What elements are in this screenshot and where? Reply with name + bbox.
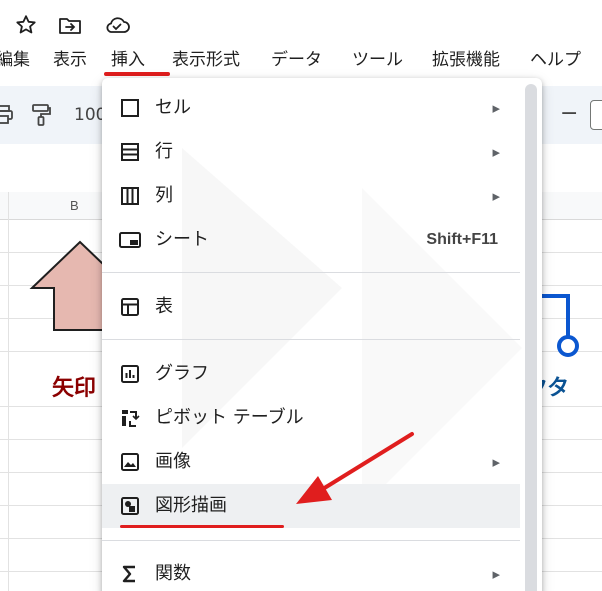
- menu-tools[interactable]: ツール: [352, 44, 403, 76]
- insert-menu-underline-annotation: [104, 72, 170, 76]
- move-to-folder-icon[interactable]: [56, 10, 84, 40]
- column-icon: [118, 184, 142, 208]
- menu-item-sheet[interactable]: シート Shift+F11: [102, 218, 520, 262]
- menu-item-label: セル: [155, 97, 191, 118]
- table-icon: [118, 295, 142, 319]
- menu-item-chart[interactable]: グラフ: [102, 352, 520, 396]
- menu-item-label: 画像: [155, 451, 191, 472]
- menu-extensions[interactable]: 拡張機能: [432, 44, 500, 76]
- font-size-input[interactable]: [590, 100, 602, 130]
- image-icon: [118, 450, 142, 474]
- menu-item-drawing[interactable]: 図形描画: [102, 484, 520, 528]
- submenu-arrow-icon: ▸: [492, 453, 500, 471]
- submenu-arrow-icon: ▸: [492, 143, 500, 161]
- paint-format-icon[interactable]: [30, 86, 52, 144]
- menu-item-function[interactable]: 関数 ▸: [102, 552, 520, 591]
- menu-item-label: シート: [155, 229, 209, 250]
- menu-format[interactable]: 表示形式: [172, 44, 240, 76]
- pivot-table-icon: [118, 406, 142, 430]
- print-icon[interactable]: [0, 86, 14, 144]
- submenu-arrow-icon: ▸: [492, 187, 500, 205]
- menu-item-label: 図形描画: [155, 495, 227, 516]
- top-icon-row: [0, 10, 602, 42]
- menu-item-row[interactable]: 行 ▸: [102, 130, 520, 174]
- submenu-arrow-icon: ▸: [492, 565, 500, 583]
- menu-item-label: グラフ: [155, 363, 209, 384]
- sheet-icon: [118, 228, 142, 252]
- insert-menu-dropdown: セル ▸ 行 ▸ 列 ▸ シート Shift+F11 表 グラフ ピボット テー…: [102, 78, 542, 591]
- keyboard-shortcut: Shift+F11: [426, 231, 498, 248]
- menu-scrollbar[interactable]: [525, 84, 537, 591]
- menu-edit[interactable]: 編集: [0, 44, 30, 76]
- chart-icon: [118, 362, 142, 386]
- menu-item-pivot-table[interactable]: ピボット テーブル: [102, 396, 520, 440]
- cloud-saved-icon[interactable]: [103, 10, 131, 40]
- drawing-icon: [118, 494, 142, 518]
- menu-item-label: ピボット テーブル: [155, 407, 304, 428]
- menu-item-label: 行: [155, 141, 173, 162]
- menu-item-column[interactable]: 列 ▸: [102, 174, 520, 218]
- menu-divider: [102, 339, 520, 340]
- menu-bar: 編集 表示 挿入 表示形式 データ ツール 拡張機能 ヘルプ: [0, 44, 602, 76]
- row-icon: [118, 140, 142, 164]
- function-icon: [118, 562, 142, 586]
- menu-item-cell[interactable]: セル ▸: [102, 86, 520, 130]
- font-size-decrease-button[interactable]: −: [560, 86, 578, 144]
- submenu-arrow-icon: ▸: [492, 99, 500, 117]
- menu-divider: [102, 540, 520, 541]
- star-icon[interactable]: [12, 10, 40, 40]
- menu-divider: [102, 272, 520, 273]
- menu-item-label: 関数: [155, 563, 191, 584]
- arrow-shape-label: 矢印: [52, 376, 97, 401]
- menu-item-table[interactable]: 表: [102, 285, 520, 329]
- menu-item-label: 列: [155, 185, 173, 206]
- menu-view[interactable]: 表示: [53, 44, 87, 76]
- menu-help[interactable]: ヘルプ: [530, 44, 581, 76]
- menu-item-label: 表: [155, 296, 173, 317]
- column-header-b[interactable]: B: [70, 198, 79, 213]
- cell-icon: [118, 96, 142, 120]
- menu-item-image[interactable]: 画像 ▸: [102, 440, 520, 484]
- drawing-underline-annotation: [120, 525, 284, 528]
- menu-data[interactable]: データ: [271, 44, 322, 76]
